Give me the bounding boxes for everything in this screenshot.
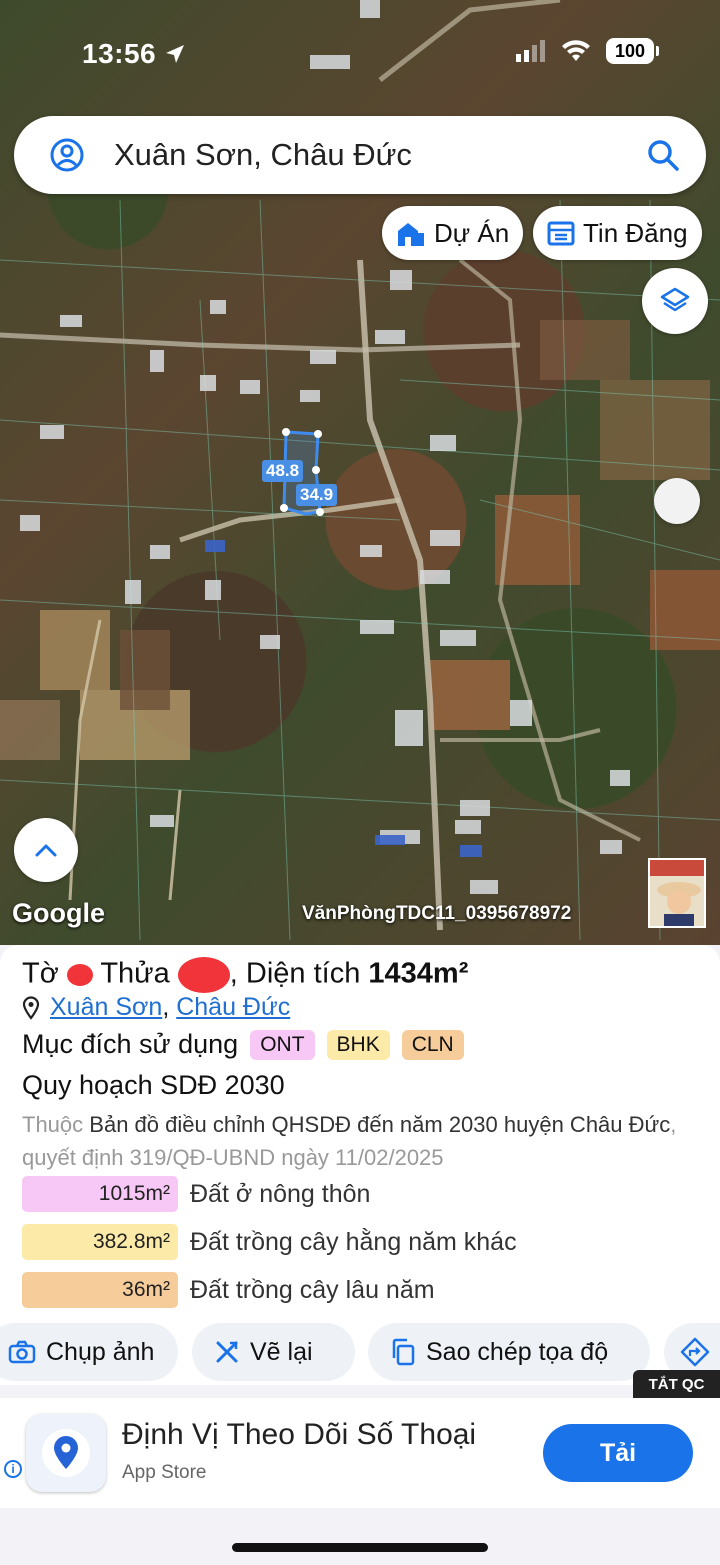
land-row-rural-residential: 1015m² Đất ở nông thôn (22, 1176, 370, 1212)
cellular-signal-icon (516, 40, 545, 62)
land-row-label: Đất trồng cây hằng năm khác (190, 1227, 517, 1256)
search-icon[interactable] (646, 138, 680, 172)
land-row-value: 1015m² (22, 1176, 178, 1212)
plot-label: Thửa (100, 957, 170, 990)
listings-label: Tin Đăng (583, 217, 688, 248)
status-indicators: 100 (516, 38, 659, 64)
copy-coordinates-label: Sao chép tọa độ (426, 1337, 609, 1366)
plan-title: Quy hoạch SDĐ 2030 (22, 1070, 285, 1100)
office-avatar[interactable] (648, 858, 706, 928)
plan-description: Thuộc Bản đồ điều chỉnh QHSDĐ đến năm 20… (22, 1108, 712, 1174)
ad-install-button[interactable]: Tải (543, 1424, 693, 1482)
office-watermark: VănPhòngTDC11_0395678972 (302, 903, 572, 924)
search-bar[interactable] (14, 116, 706, 194)
land-row-label: Đất ở nông thôn (190, 1179, 371, 1208)
chevron-up-icon (35, 844, 57, 857)
map-scroll-handle[interactable] (654, 478, 700, 524)
camera-icon (8, 1340, 36, 1364)
commune-link[interactable]: Xuân Sơn (50, 993, 162, 1021)
action-bar: Chụp ảnh Vẽ lại Sao chép tọa độ (0, 1323, 720, 1383)
close-ad-button[interactable]: TẮT QC (633, 1370, 720, 1398)
purpose-tag-ont: ONT (250, 1029, 315, 1060)
plot-number-redaction (177, 957, 230, 993)
district-link[interactable]: Châu Đức (176, 993, 290, 1021)
home-indicator[interactable] (232, 1543, 488, 1552)
purpose-label: Mục đích sử dụng (22, 1029, 239, 1059)
ad-title: Định Vị Theo Dõi Số Thoại (122, 1418, 477, 1451)
map-layers-button[interactable] (642, 268, 708, 334)
battery-indicator: 100 (606, 38, 659, 64)
layers-icon (660, 287, 690, 312)
user-profile-icon[interactable] (50, 138, 84, 172)
avatar-image (650, 860, 704, 926)
wifi-icon (562, 40, 590, 61)
status-time: 13:56 (82, 38, 186, 70)
projects-button[interactable]: Dự Án (382, 206, 524, 260)
ad-app-icon (26, 1414, 106, 1492)
land-use-purpose: Mục đích sử dụng ONT BHK CLN (22, 1029, 464, 1060)
parcel-info-panel: Tờ Thửa , Diện tích 1434m² Xuân Sơn, Châ… (0, 945, 720, 1385)
redraw-button[interactable]: Vẽ lại (192, 1323, 355, 1381)
plan-desc-main: Bản đồ điều chỉnh QHSDĐ đến năm 2030 huy… (89, 1112, 671, 1137)
take-photo-button[interactable]: Chụp ảnh (0, 1323, 178, 1381)
location-pin-icon (22, 995, 40, 1020)
parcel-location: Xuân Sơn, Châu Đức (22, 993, 290, 1022)
parcel-title: Tờ Thửa , Diện tích 1434m² (22, 957, 468, 993)
redraw-label: Vẽ lại (250, 1337, 313, 1366)
land-row-perennial-crops: 36m² Đất trồng cây lâu năm (22, 1272, 435, 1308)
directions-icon (680, 1337, 710, 1367)
ad-banner[interactable]: i Định Vị Theo Dõi Số Thoại App Store Tả… (0, 1398, 720, 1508)
copy-icon (392, 1338, 415, 1366)
land-row-value: 382.8m² (22, 1224, 178, 1260)
sheet-label: Tờ (22, 957, 59, 990)
ad-info-icon[interactable]: i (4, 1460, 22, 1478)
google-logo: Google (12, 898, 105, 928)
satellite-map[interactable]: 48.8 34.9 13:56 100 Xuân Sơn, Châu Đức D… (0, 0, 720, 945)
area-value: 1434m² (368, 957, 469, 990)
projects-label: Dự Án (434, 217, 510, 248)
ad-source: App Store (122, 1462, 207, 1483)
land-row-value: 36m² (22, 1272, 178, 1308)
location-separator: , (162, 993, 170, 1021)
calendar-list-icon (547, 221, 575, 246)
plot-side-width-label: 34.9 (296, 484, 338, 506)
listings-button[interactable]: Tin Đăng (533, 206, 702, 260)
plan-desc-prefix: Thuộc (22, 1112, 84, 1137)
purpose-tag-cln: CLN (401, 1029, 464, 1060)
search-input[interactable] (114, 137, 646, 173)
land-row-annual-crops: 382.8m² Đất trồng cây hằng năm khác (22, 1224, 517, 1260)
sheet-number-redaction (66, 964, 93, 986)
area-label: , Diện tích (229, 957, 361, 990)
purpose-tag-bhk: BHK (326, 1029, 390, 1060)
plot-side-length-label: 48.8 (262, 460, 304, 482)
copy-coordinates-button[interactable]: Sao chép tọa độ (368, 1323, 650, 1381)
redraw-tools-icon (216, 1341, 238, 1363)
location-arrow-icon (166, 45, 185, 63)
take-photo-label: Chụp ảnh (46, 1337, 155, 1366)
location-app-icon (42, 1429, 90, 1477)
expand-panel-button[interactable] (14, 818, 78, 882)
land-row-label: Đất trồng cây lâu năm (190, 1275, 435, 1304)
buildings-icon (398, 223, 424, 246)
